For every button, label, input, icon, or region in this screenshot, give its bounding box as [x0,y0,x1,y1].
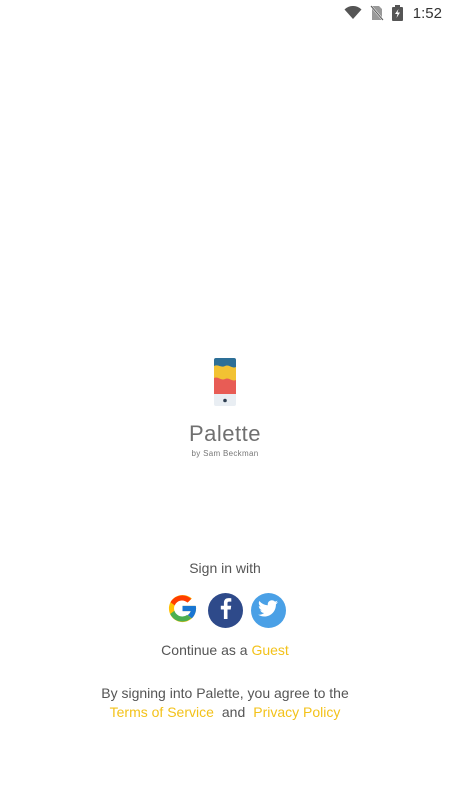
sign-in-label: Sign in with [189,560,261,576]
guest-prefix: Continue as a [161,642,248,658]
legal-and-text: and [221,704,246,720]
twitter-sign-in-button[interactable] [250,593,286,628]
twitter-icon [258,599,278,622]
no-sim-icon [370,5,384,21]
terms-of-service-link[interactable]: Terms of Service [110,703,214,722]
privacy-policy-link[interactable]: Privacy Policy [253,703,340,722]
wifi-icon [344,6,362,20]
social-sign-in-buttons [0,593,450,628]
app-byline: by Sam Beckman [191,449,259,458]
legal-agreement: By signing into Palette, you agree to th… [0,684,450,722]
google-sign-in-button[interactable] [165,593,200,628]
facebook-icon [217,597,233,624]
app-name: Palette [189,421,261,446]
palette-logo-icon [214,358,236,411]
google-icon [165,591,200,631]
guest-line: Continue as a Guest [0,642,450,658]
legal-text: By signing into Palette, you agree to th… [101,685,349,701]
facebook-sign-in-button[interactable] [207,593,243,628]
status-bar: 1:52 [0,0,450,26]
continue-as-guest-link[interactable]: Guest [251,642,288,658]
app-branding: Palette by Sam Beckman [0,358,450,458]
battery-charging-icon [391,5,403,21]
status-time: 1:52 [412,4,442,22]
